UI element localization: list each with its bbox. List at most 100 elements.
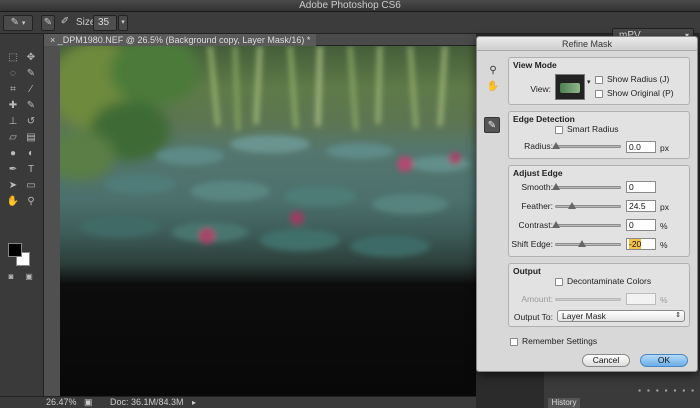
healing-tool-icon[interactable]: ✚: [6, 100, 20, 112]
dodge-tool-icon[interactable]: ◐: [24, 148, 38, 160]
contrast-slider-handle[interactable]: [552, 221, 560, 228]
quick-selection-tool-icon[interactable]: ✎: [24, 68, 38, 80]
document-size-info: Doc: 36.1M/84.3M: [110, 397, 184, 407]
eyedropper-tool-icon[interactable]: ⁄: [24, 84, 38, 96]
radius-input[interactable]: 0.0: [626, 141, 656, 153]
history-panel-tab[interactable]: History: [548, 398, 580, 408]
history-brush-tool-icon[interactable]: ↺: [24, 116, 38, 128]
zoom-tool-icon[interactable]: ⚲: [24, 196, 38, 208]
lily-pond-photo: [60, 46, 470, 257]
dialog-title: Refine Mask: [477, 37, 697, 51]
view-mode-thumbnail[interactable]: [555, 74, 585, 100]
eraser-brush-icon: ✐: [60, 16, 70, 27]
status-bar: 26.47% ▣ Doc: 36.1M/84.3M ▸: [0, 396, 476, 408]
erase-mode-button[interactable]: ✐: [58, 15, 72, 31]
shift-edge-slider-handle[interactable]: [577, 240, 586, 247]
radius-slider-handle[interactable]: [552, 142, 560, 149]
amount-slider: [555, 298, 621, 301]
layer-actions-icons[interactable]: ▪▪▪▪▪▪▪: [548, 386, 700, 396]
size-dropdown[interactable]: ▾: [118, 15, 128, 31]
radius-slider[interactable]: [552, 142, 621, 149]
smooth-slider-handle[interactable]: [552, 183, 560, 190]
blur-tool-icon[interactable]: ●: [6, 148, 20, 160]
type-tool-icon[interactable]: T: [24, 164, 38, 176]
document-tab-bar: × _DPM1980.NEF @ 26.5% (Background copy,…: [44, 34, 476, 46]
lasso-tool-icon[interactable]: ◌: [6, 68, 20, 80]
view-mode-section: View Mode View: ▾ Show Radius (J) Show O…: [508, 57, 690, 105]
adjust-edge-section: Adjust Edge Smooth: 0 Feather: 24.5 px C…: [508, 165, 690, 257]
hand-icon[interactable]: ✋: [485, 79, 501, 95]
radius-label: Radius:: [524, 141, 553, 151]
cancel-button[interactable]: Cancel: [582, 354, 630, 367]
feather-input[interactable]: 24.5: [626, 200, 656, 212]
show-radius-checkbox[interactable]: [595, 76, 603, 84]
feather-value: 24.5: [629, 201, 646, 211]
shift-edge-input[interactable]: -20: [626, 238, 656, 250]
show-radius-label: Show Radius (J): [607, 74, 670, 84]
shift-edge-unit: %: [660, 240, 668, 250]
tool-preset-picker[interactable]: ✎ ▾: [3, 15, 33, 31]
amount-unit: %: [660, 295, 668, 305]
smart-radius-checkbox[interactable]: [555, 126, 563, 134]
chevron-down-icon[interactable]: ▾: [587, 78, 591, 86]
feather-slider[interactable]: [555, 202, 621, 209]
show-original-checkbox[interactable]: [595, 90, 603, 98]
screen-mode-icon[interactable]: ▣: [22, 271, 36, 283]
crop-tool-icon[interactable]: ⌗: [6, 84, 20, 96]
hand-tool-icon[interactable]: ✋: [6, 196, 20, 208]
feather-label: Feather:: [521, 201, 553, 211]
close-icon[interactable]: ×: [50, 35, 55, 45]
zoom-level[interactable]: 26.47%: [46, 397, 77, 408]
path-selection-tool-icon[interactable]: ➤: [6, 180, 20, 192]
smooth-value: 0: [629, 182, 634, 192]
brush-icon: ✎: [43, 17, 53, 28]
refine-mask-dialog: Refine Mask ⚲ ✋ ✎ View Mode View: ▾ Show…: [476, 36, 698, 372]
output-to-select[interactable]: Layer Mask ⇕: [557, 310, 685, 322]
eraser-tool-icon[interactable]: ▱: [6, 132, 20, 144]
document-tab-title: _DPM1980.NEF @ 26.5% (Background copy, L…: [57, 35, 311, 45]
output-to-value: Layer Mask: [562, 311, 606, 321]
brush-mode-button[interactable]: ✎: [41, 15, 55, 31]
edge-detection-section: Edge Detection Smart Radius Radius: 0.0 …: [508, 111, 690, 159]
document-tab[interactable]: × _DPM1980.NEF @ 26.5% (Background copy,…: [44, 34, 317, 46]
view-mode-heading: View Mode: [513, 60, 557, 70]
contrast-label: Contrast:: [518, 220, 554, 230]
size-input[interactable]: 35: [93, 15, 117, 31]
quick-mask-icon[interactable]: ◙: [4, 271, 18, 283]
feather-unit: px: [660, 202, 669, 212]
foreground-color-swatch[interactable]: [8, 243, 22, 257]
move-tool-icon[interactable]: ✥: [24, 52, 38, 64]
gradient-tool-icon[interactable]: ▤: [24, 132, 38, 144]
edge-detection-heading: Edge Detection: [513, 114, 575, 124]
amount-input: [626, 293, 656, 305]
contrast-value: 0: [629, 220, 634, 230]
contrast-slider[interactable]: [552, 221, 621, 228]
export-icon[interactable]: ▣: [84, 397, 93, 408]
show-original-label: Show Original (P): [607, 88, 674, 98]
document-image[interactable]: [60, 46, 476, 396]
refine-radius-brush-icon[interactable]: ✎: [484, 117, 500, 133]
smooth-label: Smooth:: [521, 182, 553, 192]
pen-tool-icon[interactable]: ✒: [6, 164, 20, 176]
select-arrows-icon: ⇕: [675, 312, 681, 319]
zoom-icon[interactable]: ⚲: [485, 63, 501, 79]
canvas-area[interactable]: [44, 46, 476, 396]
marquee-tool-icon[interactable]: ⬚: [6, 52, 20, 64]
amount-label: Amount:: [521, 294, 553, 304]
feather-slider-handle[interactable]: [567, 202, 576, 209]
remember-settings-checkbox[interactable]: [510, 338, 518, 346]
app-title: Adobe Photoshop CS6: [299, 0, 401, 11]
contrast-input[interactable]: 0: [626, 219, 656, 231]
brush-tool-icon[interactable]: ✎: [24, 100, 38, 112]
remember-settings-label: Remember Settings: [522, 336, 598, 346]
chevron-right-icon[interactable]: ▸: [192, 397, 196, 408]
decontaminate-colors-checkbox[interactable]: [555, 278, 563, 286]
ok-button[interactable]: OK: [640, 354, 688, 367]
shift-edge-slider[interactable]: [555, 240, 621, 247]
smooth-slider[interactable]: [552, 183, 621, 190]
shape-tool-icon[interactable]: ▭: [24, 180, 38, 192]
smooth-input[interactable]: 0: [626, 181, 656, 193]
chevron-down-icon: ▾: [121, 19, 125, 26]
shift-edge-value: -20: [629, 239, 642, 249]
clone-stamp-tool-icon[interactable]: ⊥: [6, 116, 20, 128]
